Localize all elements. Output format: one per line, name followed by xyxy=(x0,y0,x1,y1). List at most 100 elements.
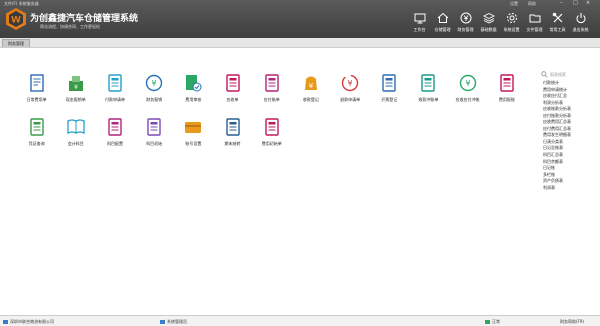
expense-icon xyxy=(500,74,514,92)
minimize-button[interactable]: – xyxy=(560,0,563,6)
maximize-button[interactable]: □ xyxy=(573,0,578,6)
book-icon xyxy=(67,119,85,135)
help-link[interactable]: 帮助 xyxy=(528,1,536,7)
company-icon xyxy=(3,320,8,324)
login-user: 系统管理员 xyxy=(167,319,187,324)
user-icon xyxy=(160,320,165,324)
refund-icon: ¥ xyxy=(341,74,359,92)
module-payment[interactable]: 付款申请单 xyxy=(95,70,134,114)
home-icon xyxy=(437,12,448,23)
receipt-icon xyxy=(29,74,44,92)
toolbar-exit[interactable]: 退出系统 xyxy=(569,12,592,38)
voucher-icon xyxy=(29,118,44,136)
svg-text:¥: ¥ xyxy=(348,79,353,88)
module-label: 应收单 xyxy=(226,97,239,102)
cash-box-icon: ¥ xyxy=(68,76,83,91)
svg-text:¥: ¥ xyxy=(74,84,78,91)
approve-icon xyxy=(186,75,202,92)
module-invoice[interactable]: 开票登记 xyxy=(370,70,409,114)
toolbar-files[interactable]: 文件管理 xyxy=(523,12,546,38)
report-link[interactable]: 应收账款分析表 xyxy=(543,106,571,113)
app-logo-icon: W xyxy=(6,8,26,30)
module-clearing[interactable]: ¥ 应收应付冲账 xyxy=(448,70,487,114)
module-label: 科目配置 xyxy=(106,141,123,146)
toolbar-finance[interactable]: 财务管理 xyxy=(454,12,477,38)
report-search[interactable]: 报表搜索 xyxy=(541,71,566,78)
payment-icon xyxy=(108,74,122,92)
toolbar-label: 仓储管理 xyxy=(434,27,451,32)
settings-icon xyxy=(506,13,517,23)
module-book[interactable]: 会计科目 xyxy=(56,114,95,158)
module-expense[interactable]: 费用报账 xyxy=(487,70,526,114)
module-label: 费用报账 xyxy=(498,97,515,102)
signal-icon xyxy=(485,320,490,324)
clearing-icon: ¥ xyxy=(459,74,476,92)
toolbar-label: 文件管理 xyxy=(526,27,543,32)
module-init[interactable]: 科目初始 xyxy=(135,114,174,158)
folder-icon xyxy=(529,14,540,23)
settings-link[interactable]: 设置 xyxy=(510,1,518,7)
toolbar-label: 常用工具 xyxy=(549,27,566,32)
exchange-icon: ¥ xyxy=(145,74,163,92)
module-payable[interactable]: 应付账单 xyxy=(252,70,291,114)
module-label: 费用初始单 xyxy=(261,141,282,146)
toolbar-label: 财务管理 xyxy=(457,27,474,32)
toolbar-base-data[interactable]: 基础数据 xyxy=(477,12,500,38)
module-label: 账号设置 xyxy=(185,141,202,146)
module-voucher[interactable]: 凭证查询 xyxy=(17,114,56,158)
toolbar-tools[interactable]: 常用工具 xyxy=(546,12,569,38)
help-hint[interactable]: 财务帮助(F9) xyxy=(560,319,584,324)
module-period-close[interactable]: 期末结转 xyxy=(213,114,252,158)
module-receivable[interactable]: 应收单 xyxy=(213,70,252,114)
report-link[interactable]: 应收应付汇总 xyxy=(543,93,571,100)
invoice-icon xyxy=(382,74,396,92)
main-panel: 日常费用单 ¥ 现金报销单 付款申请单 ¥ 财务报销 费用审核 应收单 应付账单 ¥ 收款登记 ¥ 退款… xyxy=(0,48,600,313)
module-label: 应付账单 xyxy=(263,97,280,102)
window-menu[interactable]: 文件(F) 系统服务器 xyxy=(4,1,39,7)
module-expense-init[interactable]: 费用初始单 xyxy=(252,114,291,158)
module-label: 财务报销 xyxy=(146,97,163,102)
payable-icon xyxy=(265,74,279,92)
module-config[interactable]: 科目配置 xyxy=(95,114,134,158)
module-label: 凭证查询 xyxy=(28,141,45,146)
toolbar-settings[interactable]: 系统设置 xyxy=(500,12,523,38)
module-card[interactable]: 账号设置 xyxy=(174,114,213,158)
status-bar: 深圳市联合物流有限公司 系统管理员 正常 财务帮助(F9) xyxy=(0,315,600,326)
svg-text:¥: ¥ xyxy=(465,79,470,88)
monitor-icon xyxy=(414,13,425,24)
app-slogan: 简化流程、协调合同、工作更轻松 xyxy=(40,24,100,29)
report-link[interactable]: 应收费用汇总表 xyxy=(543,119,571,126)
search-icon xyxy=(541,71,548,78)
module-label: 现金报销单 xyxy=(65,97,86,102)
toolbar-warehouse[interactable]: 仓储管理 xyxy=(431,12,454,38)
module-label: 科目初始 xyxy=(146,141,163,146)
toolbar-label: 系统设置 xyxy=(503,27,520,32)
power-icon xyxy=(575,13,586,24)
card-icon xyxy=(185,122,202,133)
module-exchange[interactable]: ¥ 财务报销 xyxy=(135,70,174,114)
tools-icon xyxy=(552,12,562,23)
search-placeholder: 报表搜索 xyxy=(550,71,566,77)
config-icon xyxy=(108,118,122,136)
module-grid: 日常费用单 ¥ 现金报销单 付款申请单 ¥ 财务报销 费用审核 应收单 应付账单 ¥ 收款登记 ¥ 退款… xyxy=(17,70,527,158)
module-label: 期末结转 xyxy=(224,141,241,146)
wallet-icon: ¥ xyxy=(304,76,317,90)
module-label: 费用审核 xyxy=(185,97,202,102)
main-toolbar: 工作台 仓储管理 财务管理 基础数据 系统设置 文件管理 常用工具 退出系统 xyxy=(408,12,592,38)
module-label: 应收应付冲账 xyxy=(455,97,480,102)
module-offset[interactable]: 收款冲账单 xyxy=(409,70,448,114)
close-button[interactable]: × xyxy=(586,0,590,6)
toolbar-label: 基础数据 xyxy=(480,27,497,32)
module-cash-box[interactable]: ¥ 现金报销单 xyxy=(56,70,95,114)
report-link[interactable]: 费用发生明细表 xyxy=(543,132,571,139)
module-receipt[interactable]: 日常费用单 xyxy=(17,70,56,114)
toolbar-workbench[interactable]: 工作台 xyxy=(408,12,431,38)
period-close-icon xyxy=(225,118,240,136)
receivable-icon xyxy=(225,74,240,92)
module-wallet[interactable]: ¥ 收款登记 xyxy=(291,70,330,114)
tab-finance[interactable]: 财务管理 xyxy=(2,39,30,47)
module-refund[interactable]: ¥ 退款申请单 xyxy=(331,70,370,114)
report-link[interactable]: 利润表 xyxy=(543,185,571,192)
module-approve[interactable]: 费用审核 xyxy=(174,70,213,114)
report-list: 付款统计 费用申请统计 应收应付汇总 利润分析表 应收账款分析表 应付账款分析表 应收费用汇… xyxy=(543,80,571,191)
